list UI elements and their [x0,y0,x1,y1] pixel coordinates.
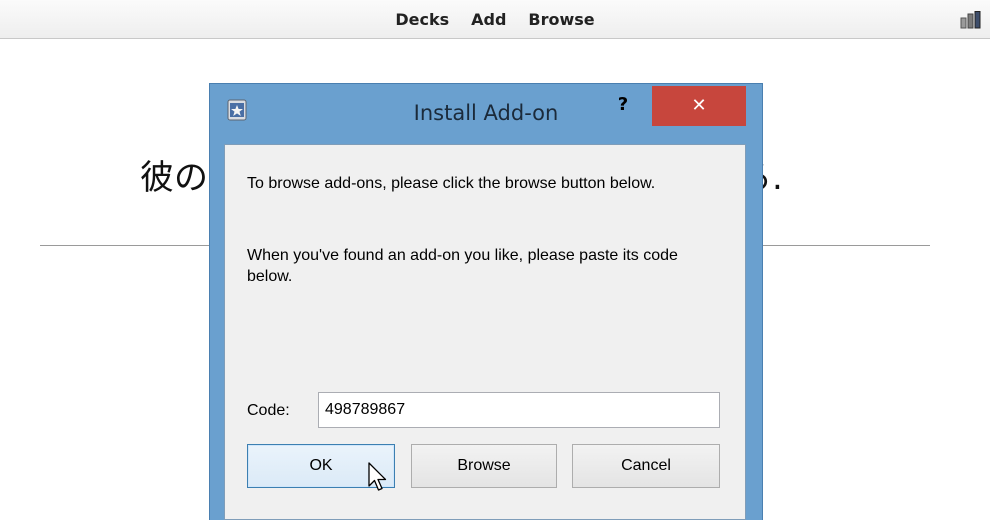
code-input[interactable] [318,392,720,428]
bar-chart-icon[interactable] [960,11,982,29]
toolbar-add-link[interactable]: Add [471,10,506,29]
close-icon: ✕ [691,95,707,116]
code-label: Code: [247,402,290,419]
dialog-body: To browse add-ons, please click the brow… [224,144,746,520]
main-toolbar: Decks Add Browse [0,0,990,39]
cancel-button[interactable]: Cancel [572,444,720,488]
toolbar-decks-link[interactable]: Decks [395,10,449,29]
help-button[interactable]: ? [610,92,636,118]
card-text-left: 彼の [140,158,208,198]
mouse-cursor-icon [368,462,387,491]
instructions-paragraph-2: When you've found an add-on you like, pl… [247,247,678,285]
toolbar-nav: Decks Add Browse [0,0,990,38]
toolbar-browse-link[interactable]: Browse [528,10,594,29]
dialog-titlebar[interactable]: Install Add-on ? ✕ [210,84,762,136]
instructions-paragraph-1: To browse add-ons, please click the brow… [247,175,656,192]
close-button[interactable]: ✕ [652,86,746,126]
browse-button[interactable]: Browse [411,444,557,488]
install-addon-dialog: Install Add-on ? ✕ To browse add-ons, pl… [210,84,762,520]
